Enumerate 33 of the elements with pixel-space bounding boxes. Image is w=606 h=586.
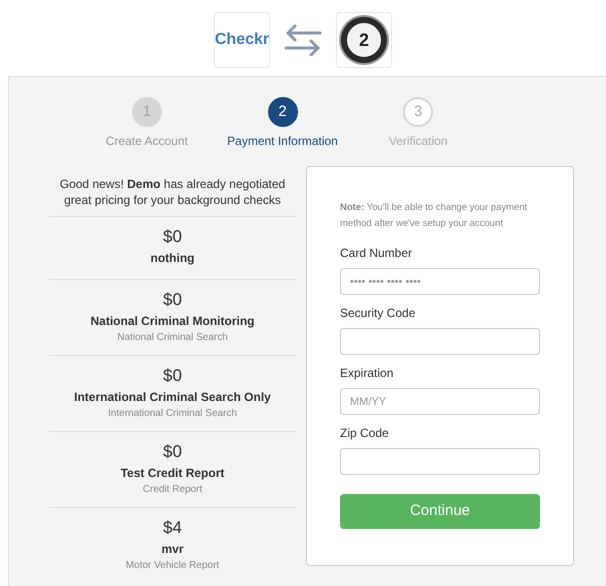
package-price: $0 [163, 365, 182, 387]
step-label: Create Account [106, 133, 188, 150]
package-description: Motor Vehicle Report [126, 559, 220, 572]
logo-text: Checkr [214, 30, 270, 50]
package-price: $0 [163, 441, 182, 463]
package-price: $0 [163, 289, 182, 311]
note-text: Note: You'll be able to change your payment method after we've setup your account [340, 201, 528, 231]
package-name: National Criminal Monitoring [90, 313, 254, 330]
package-price: $4 [163, 517, 182, 539]
package-name: mvr [161, 541, 184, 558]
continue-button[interactable]: Continue [340, 494, 540, 529]
input-field[interactable] [340, 448, 540, 475]
input-field[interactable]: •••• •••• •••• •••• [340, 268, 540, 295]
field-label: Security Code [340, 305, 416, 322]
step-number: 2 [268, 97, 298, 127]
input-field[interactable]: MM/YY [340, 388, 540, 415]
field-label: Card Number [340, 245, 414, 262]
step-number: 3 [403, 97, 434, 127]
package-description: National Criminal Search [117, 331, 228, 344]
pricing-intro: Good news! Demo has already negotiated great pricing for your background checks [58, 176, 286, 209]
field-label: Expiration [340, 365, 394, 382]
package-name: Test Credit Report [120, 465, 224, 482]
step-label: Payment Information [227, 133, 338, 150]
field-label: Zip Code [340, 425, 390, 442]
package-price: $0 [163, 226, 182, 248]
package-description: International Criminal Search [108, 407, 237, 420]
input-field[interactable] [340, 328, 540, 355]
step-label: Verification [388, 133, 448, 150]
swap-arrows-icon [284, 24, 322, 56]
package-name: International Criminal Search Only [74, 389, 271, 406]
oauth-badge: 2 [341, 17, 387, 63]
package-description: Credit Report [142, 483, 202, 496]
package-name: nothing [150, 250, 194, 267]
